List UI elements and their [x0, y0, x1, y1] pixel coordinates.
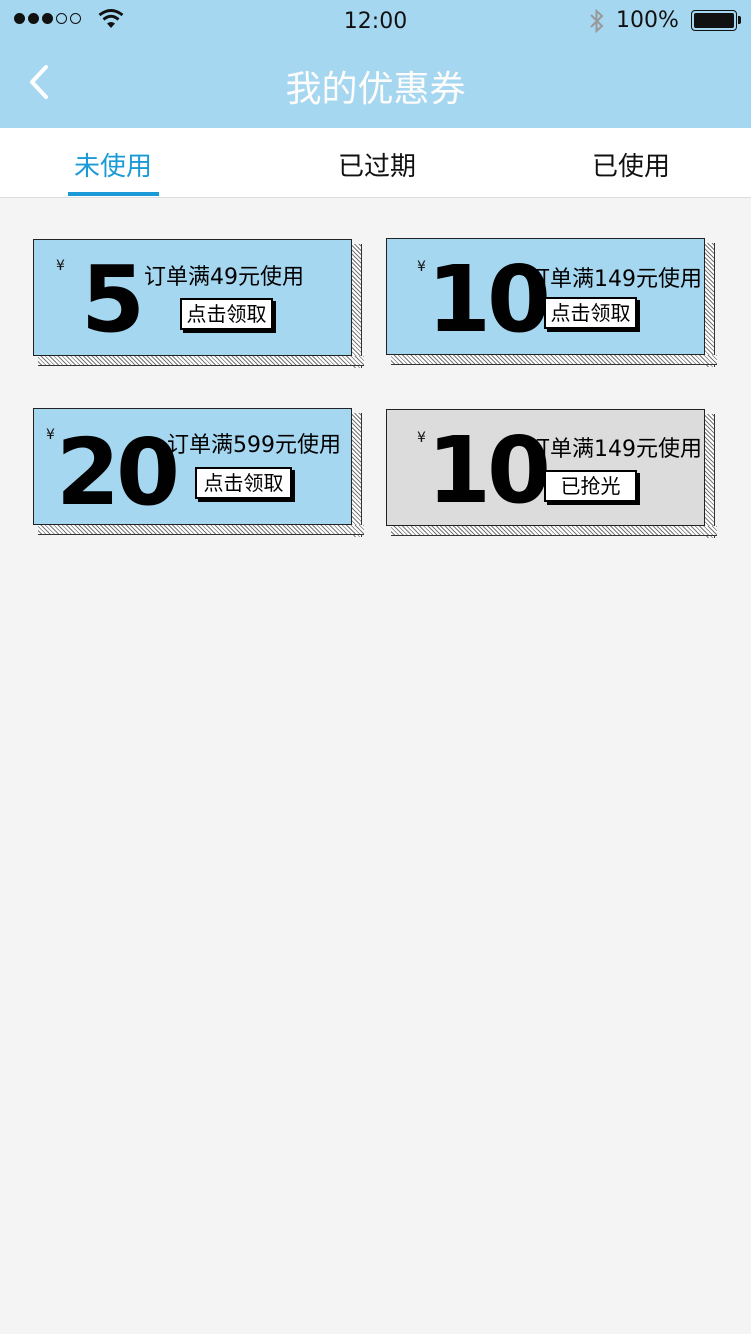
tab-bar: 未使用 已过期 已使用: [0, 128, 751, 198]
tab-expired[interactable]: 已过期: [338, 146, 416, 183]
coupon-condition: 订单满49元使用: [144, 265, 304, 290]
coupon-condition: 订单满599元使用: [167, 433, 341, 458]
nav-bar: 我的优惠券: [0, 42, 751, 128]
coupon-amount: 5: [81, 246, 145, 353]
coupon-card-sold-out: ¥ 10 订单满149元使用 已抢光: [386, 409, 717, 538]
tab-unused[interactable]: 未使用: [74, 146, 152, 183]
coupon-condition: 订单满149元使用: [528, 437, 702, 462]
claim-button[interactable]: 点击领取: [180, 298, 273, 330]
battery-tip: [738, 16, 741, 24]
sold-out-button[interactable]: 已抢光: [544, 470, 637, 502]
claim-button[interactable]: 点击领取: [544, 297, 637, 329]
currency-symbol: ¥: [56, 258, 65, 274]
coupon-amount: 20: [56, 419, 180, 526]
currency-symbol: ¥: [46, 427, 55, 443]
active-tab-indicator: [68, 192, 159, 196]
coupon-condition: 订单满149元使用: [528, 267, 702, 292]
coupon-card: ¥ 20 订单满599元使用 点击领取: [33, 408, 364, 537]
battery-percentage: 100%: [616, 8, 679, 33]
claim-button[interactable]: 点击领取: [195, 467, 292, 499]
battery-icon: [691, 10, 737, 31]
coupon-card: ¥ 10 订单满149元使用 点击领取: [386, 238, 717, 367]
currency-symbol: ¥: [417, 259, 426, 275]
currency-symbol: ¥: [417, 430, 426, 446]
coupon-card: ¥ 5 订单满49元使用 点击领取: [33, 239, 364, 368]
status-bar: 12:00 100%: [0, 0, 751, 42]
tab-used[interactable]: 已使用: [592, 146, 670, 183]
bluetooth-icon: [590, 8, 604, 34]
page-title: 我的优惠券: [285, 69, 466, 110]
